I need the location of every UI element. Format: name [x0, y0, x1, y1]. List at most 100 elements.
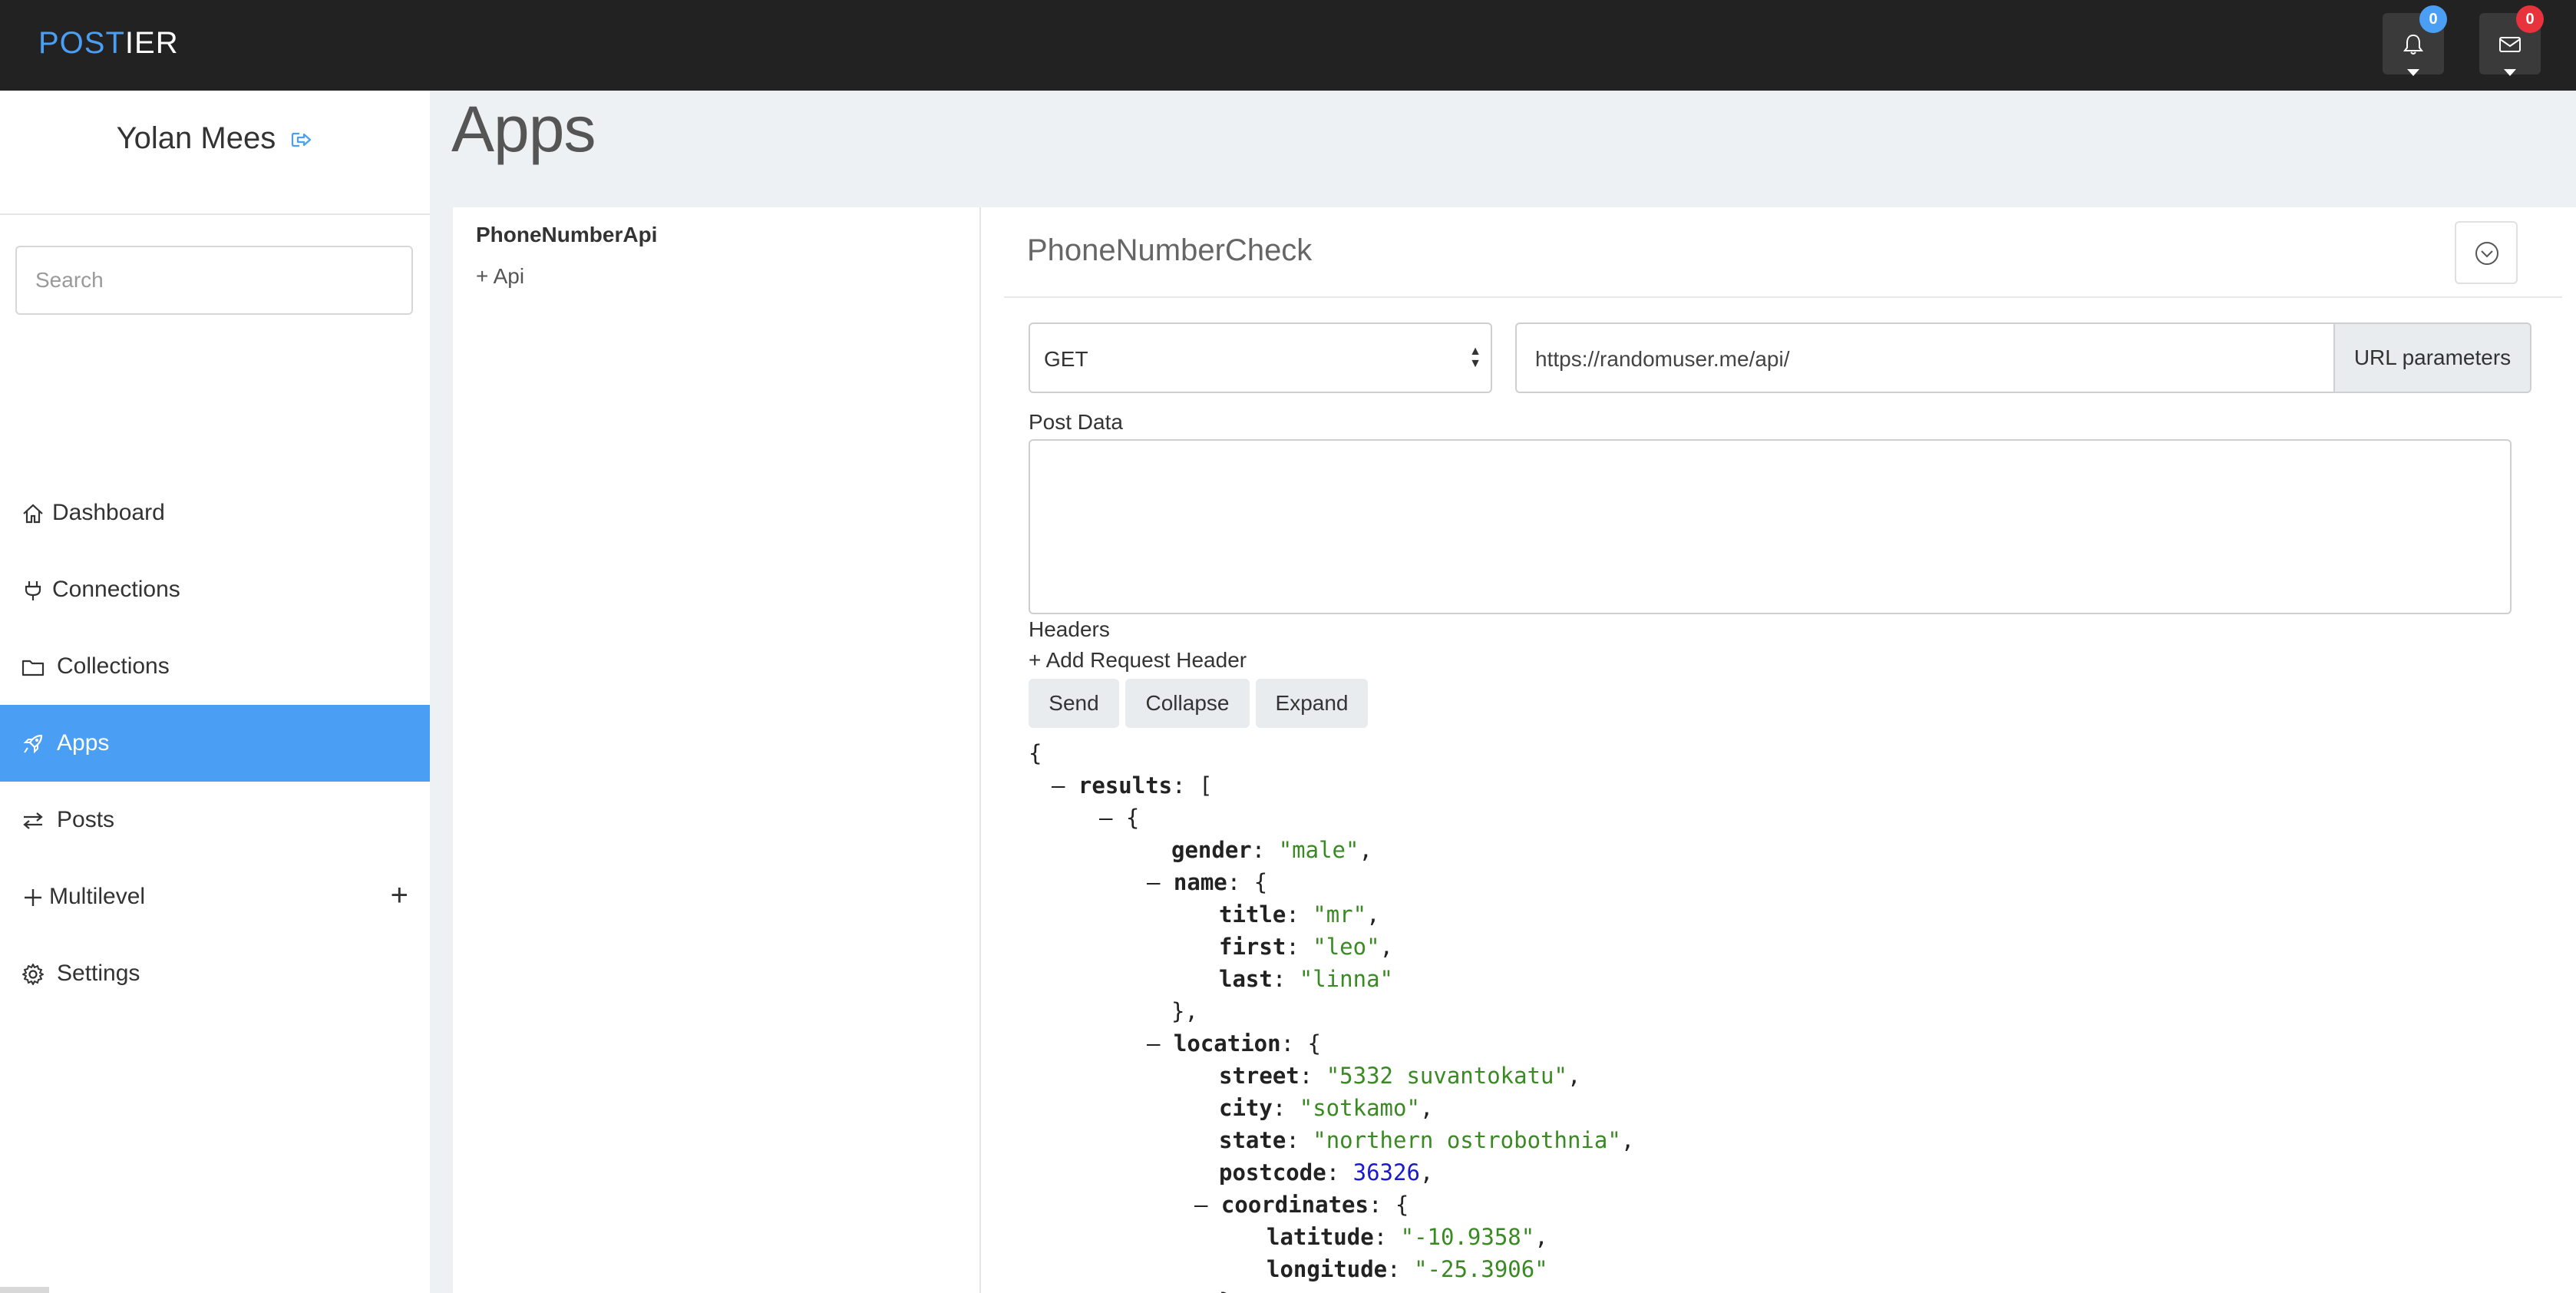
- sign-out-icon[interactable]: [290, 130, 313, 150]
- request-panel: PhoneNumberCheck GET ▲ ▼ https://randomus…: [979, 207, 2576, 1293]
- json-toggle[interactable]: –: [1052, 772, 1078, 799]
- page-title: Apps: [451, 93, 596, 165]
- json-key: gender: [1171, 837, 1252, 863]
- json-bracket: {: [1029, 740, 1042, 766]
- url-parameters-button[interactable]: URL parameters: [2333, 322, 2531, 393]
- sidebar-item-posts[interactable]: Posts: [0, 782, 430, 858]
- json-key: title: [1219, 901, 1286, 928]
- notifications-caret-icon: [2407, 69, 2419, 76]
- json-line: – name: {: [1147, 866, 1267, 898]
- sidebar-item-label: Connections: [52, 577, 180, 602]
- json-toggle[interactable]: –: [1099, 805, 1126, 831]
- sidebar-item-label: Posts: [57, 807, 115, 832]
- method-select[interactable]: GET ▲ ▼: [1029, 322, 1492, 393]
- json-line: – location: {: [1147, 1027, 1321, 1060]
- send-button[interactable]: Send: [1029, 679, 1119, 728]
- headers-label: Headers: [1029, 617, 1110, 641]
- json-line: last: "linna": [1219, 963, 1393, 995]
- json-key: first: [1219, 934, 1286, 960]
- json-punctuation: {: [1307, 1030, 1321, 1057]
- json-toggle[interactable]: –: [1194, 1192, 1221, 1218]
- json-key: postcode: [1219, 1159, 1326, 1186]
- add-request-header-link[interactable]: + Add Request Header: [1029, 648, 1247, 673]
- brand-logo-part1: POST: [38, 26, 125, 60]
- json-separator: :: [1227, 869, 1254, 895]
- notifications-button[interactable]: 0: [2383, 5, 2447, 76]
- messages-badge: 0: [2516, 5, 2544, 33]
- json-string-value: "northern ostrobothnia": [1313, 1127, 1621, 1153]
- sidebar-item-dashboard[interactable]: Dashboard: [0, 475, 430, 551]
- json-line: postcode: 36326,: [1219, 1156, 1433, 1189]
- json-punctuation: [: [1199, 772, 1213, 799]
- bell-icon: [2403, 34, 2423, 55]
- json-separator: :: [1172, 772, 1200, 799]
- folder-icon: [21, 660, 45, 676]
- sidebar-item-connections[interactable]: Connections: [0, 551, 430, 628]
- json-key: location: [1173, 1030, 1281, 1057]
- panel-toggle-button[interactable]: [2455, 221, 2518, 284]
- json-separator: :: [1299, 1063, 1326, 1089]
- sidebar-item-collections[interactable]: Collections: [0, 628, 430, 705]
- multilevel-expand-icon[interactable]: +: [391, 880, 408, 911]
- chevron-down-circle-icon: [2475, 242, 2498, 265]
- home-icon: [23, 504, 43, 524]
- post-data-textarea[interactable]: [1029, 439, 2512, 614]
- search-input[interactable]: [15, 246, 413, 315]
- expand-button[interactable]: Expand: [1256, 679, 1368, 728]
- url-input-value: https://randomuser.me/api/: [1535, 347, 1790, 371]
- json-line: street: "5332 suvantokatu",: [1219, 1060, 1580, 1092]
- json-line: {: [1029, 737, 1042, 769]
- json-key: last: [1219, 966, 1273, 992]
- sidebar-item-label: Dashboard: [52, 500, 165, 525]
- horizontal-scrollbar[interactable]: [0, 1287, 49, 1293]
- json-key: name: [1173, 869, 1227, 895]
- method-select-value: GET: [1044, 347, 1088, 371]
- json-string-value: "mr": [1313, 901, 1367, 928]
- rocket-icon: [23, 734, 43, 754]
- json-string-value: "male": [1278, 837, 1359, 863]
- json-line: state: "northern ostrobothnia",: [1219, 1124, 1634, 1156]
- json-string-value: "-25.3906": [1414, 1256, 1548, 1282]
- gear-icon: [22, 964, 44, 985]
- plus-icon: [25, 889, 41, 906]
- json-line: gender: "male",: [1171, 834, 1372, 866]
- brand-logo[interactable]: POSTIER: [38, 26, 179, 61]
- json-key: state: [1219, 1127, 1286, 1153]
- sidebar-divider: [0, 213, 430, 215]
- json-line: – {: [1099, 802, 1139, 834]
- json-punctuation: ,: [1366, 901, 1380, 928]
- messages-button[interactable]: 0: [2479, 5, 2544, 76]
- sidebar-item-settings[interactable]: Settings: [0, 935, 430, 1012]
- json-separator: :: [1272, 1095, 1300, 1121]
- url-input[interactable]: https://randomuser.me/api/: [1515, 322, 2333, 393]
- top-navbar: POSTIER 0 0: [0, 0, 2576, 91]
- collapse-button[interactable]: Collapse: [1125, 679, 1250, 728]
- json-punctuation: {: [1395, 1192, 1409, 1218]
- add-api-link[interactable]: + Api: [476, 264, 524, 289]
- json-string-value: "linna": [1299, 966, 1393, 992]
- json-separator: :: [1368, 1192, 1395, 1218]
- json-punctuation: ,: [1379, 934, 1394, 960]
- sidebar-item-apps[interactable]: Apps: [0, 705, 430, 782]
- json-line: },: [1171, 995, 1198, 1027]
- json-line: – coordinates: {: [1194, 1189, 1409, 1221]
- sidebar-item-multilevel[interactable]: Multilevel +: [0, 858, 430, 935]
- json-line: first: "leo",: [1219, 931, 1393, 963]
- notifications-badge: 0: [2419, 5, 2447, 33]
- json-punctuation: {: [1253, 869, 1268, 895]
- json-key: latitude: [1267, 1224, 1374, 1250]
- sidebar-item-label: Apps: [57, 730, 110, 756]
- exchange-icon: [23, 812, 43, 829]
- json-separator: :: [1280, 1030, 1308, 1057]
- app-name[interactable]: PhoneNumberApi: [476, 223, 657, 247]
- json-toggle[interactable]: –: [1147, 1030, 1174, 1057]
- json-string-value: "5332 suvantokatu": [1326, 1063, 1567, 1089]
- json-toggle[interactable]: –: [1147, 869, 1174, 895]
- request-title: PhoneNumberCheck: [1027, 233, 1313, 267]
- json-punctuation: ,: [1534, 1224, 1548, 1250]
- json-punctuation: ,: [1419, 1095, 1434, 1121]
- json-key: results: [1078, 772, 1173, 799]
- json-bracket: },: [1171, 998, 1198, 1024]
- brand-logo-part2: IER: [124, 26, 179, 60]
- json-key: coordinates: [1220, 1192, 1369, 1218]
